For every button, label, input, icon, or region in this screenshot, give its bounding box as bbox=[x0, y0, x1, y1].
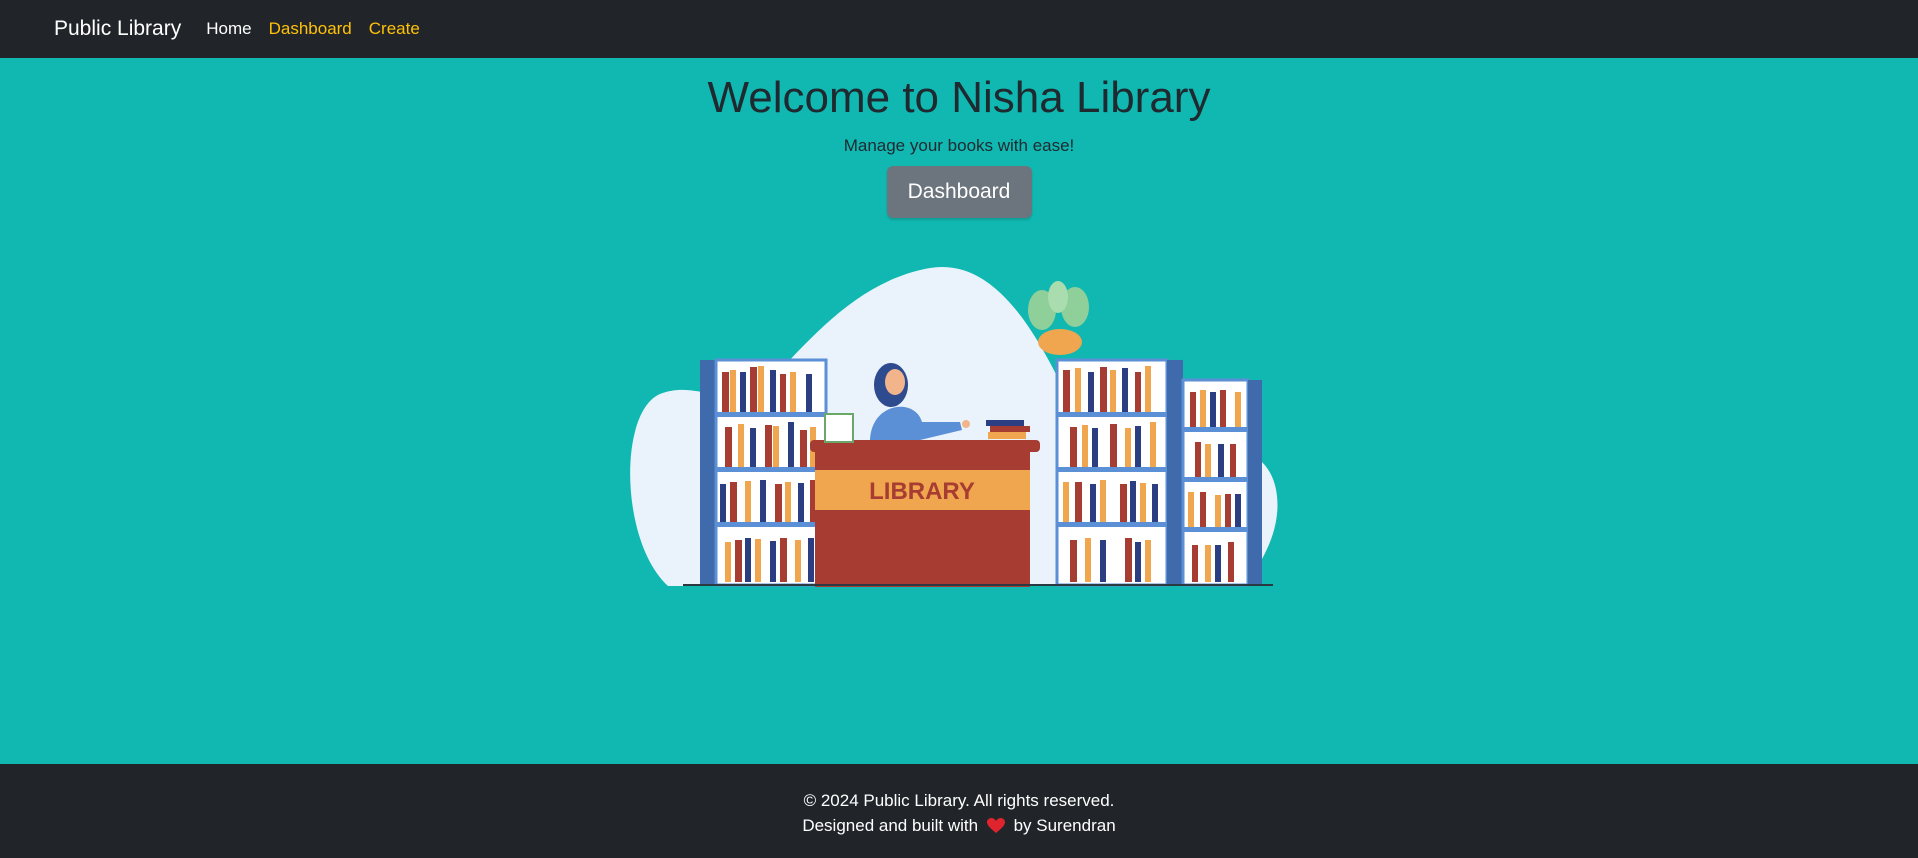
footer-credit-prefix: Designed and built with bbox=[802, 816, 979, 835]
hero-section: Welcome to Nisha Library Manage your boo… bbox=[0, 58, 1918, 219]
library-illustration: LIBRARY bbox=[630, 266, 1278, 587]
dashboard-button[interactable]: Dashboard bbox=[886, 166, 1032, 219]
nav-link-home[interactable]: Home bbox=[206, 19, 251, 39]
footer-credit: Designed and built with by Surendran bbox=[0, 813, 1918, 841]
navbar: Public Library Home Dashboard Create bbox=[0, 0, 1918, 58]
heart-icon bbox=[986, 816, 1005, 841]
left-bookcase bbox=[700, 358, 828, 587]
brand-link[interactable]: Public Library bbox=[54, 17, 181, 41]
nav-link-create[interactable]: Create bbox=[369, 19, 420, 39]
page-subtitle: Manage your books with ease! bbox=[843, 136, 1075, 156]
page-title: Welcome to Nisha Library bbox=[707, 73, 1211, 122]
nav-link-dashboard[interactable]: Dashboard bbox=[269, 19, 352, 39]
right-bookcase bbox=[1055, 358, 1262, 587]
desk-sign-text: LIBRARY bbox=[869, 478, 975, 505]
footer: © 2024 Public Library. All rights reserv… bbox=[0, 764, 1918, 858]
footer-credit-suffix: by Surendran bbox=[1013, 816, 1116, 835]
footer-copyright: © 2024 Public Library. All rights reserv… bbox=[803, 791, 1115, 810]
